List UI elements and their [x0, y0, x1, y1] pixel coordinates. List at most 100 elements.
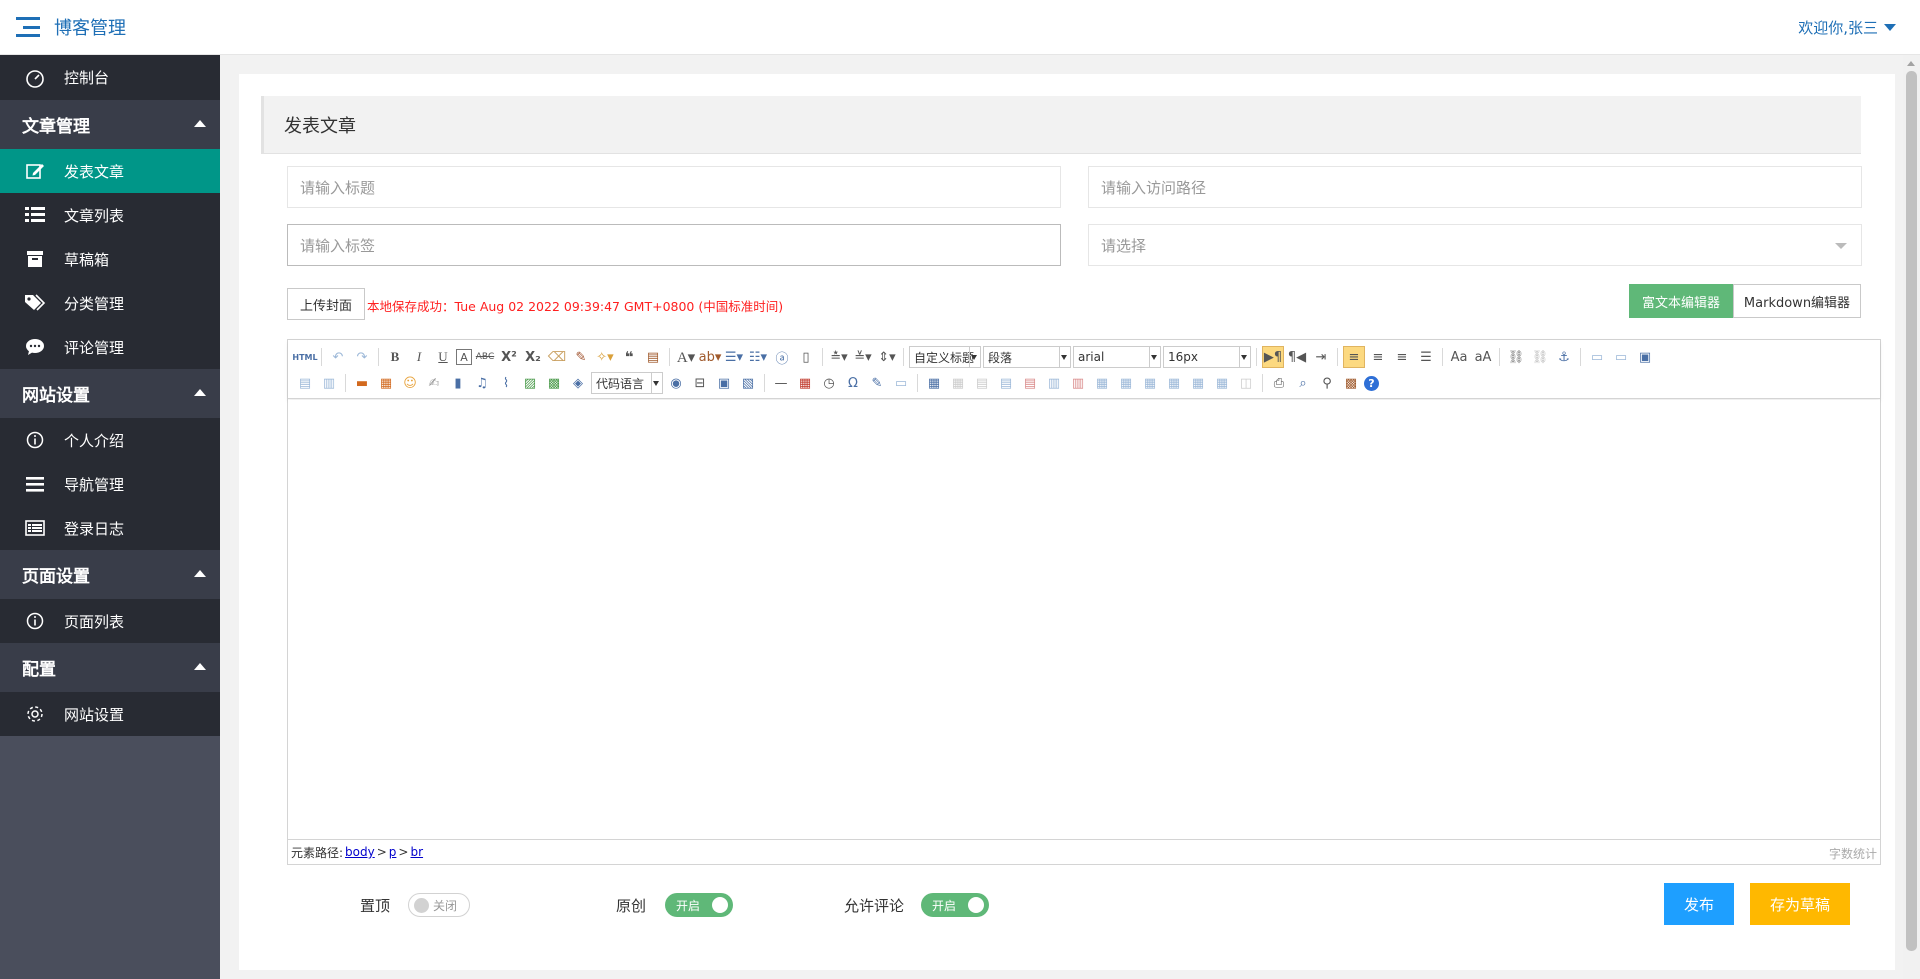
redo-icon[interactable]: ↷: [351, 346, 373, 368]
html-source-icon[interactable]: HTML: [292, 346, 317, 368]
paste-plain-icon[interactable]: ▤: [642, 346, 664, 368]
tag-input[interactable]: 请输入标签: [287, 224, 1061, 266]
insert-table-icon[interactable]: ▦: [923, 372, 945, 394]
emotion-icon[interactable]: ☺: [399, 372, 421, 394]
strikethrough-icon[interactable]: ABC: [474, 346, 496, 368]
background-color-icon[interactable]: ab▾: [699, 346, 722, 368]
sidebar-item-login-log[interactable]: 登录日志: [0, 506, 220, 550]
align-center-icon[interactable]: ≡: [1367, 346, 1389, 368]
path-link-p[interactable]: p: [389, 845, 397, 859]
select-all-icon[interactable]: ⓐ: [771, 346, 793, 368]
sidebar-item-article-list[interactable]: 文章列表: [0, 193, 220, 237]
chart-icon[interactable]: ◫: [1235, 372, 1257, 394]
font-border-icon[interactable]: A: [456, 349, 472, 365]
menu-toggle-icon[interactable]: [16, 17, 40, 37]
scroll-thumb[interactable]: [1906, 71, 1917, 951]
template-icon[interactable]: ▣: [713, 372, 735, 394]
subscript-icon[interactable]: X₂: [522, 346, 544, 368]
image-block-icon[interactable]: ▥: [318, 372, 340, 394]
unordered-list-icon[interactable]: ☷▾: [747, 346, 769, 368]
code-language-select[interactable]: 代码语言: [591, 372, 663, 394]
insert-col-icon[interactable]: ▥: [1043, 372, 1065, 394]
attachment-icon[interactable]: ⌇: [495, 372, 517, 394]
blockquote-icon[interactable]: ❝: [618, 346, 640, 368]
user-menu[interactable]: 欢迎你,张三: [1798, 17, 1896, 38]
split-rows-icon[interactable]: ▦: [1187, 372, 1209, 394]
sidebar-group-site-settings[interactable]: 网站设置: [0, 369, 220, 418]
indent-icon[interactable]: ⇥: [1310, 346, 1332, 368]
remove-format-icon[interactable]: ⌫: [546, 346, 568, 368]
ltr-direction-icon[interactable]: ▶¶: [1262, 346, 1284, 368]
allow-comment-switch[interactable]: 开启: [921, 893, 989, 917]
split-cells-icon[interactable]: ▦: [1163, 372, 1185, 394]
insert-row-icon[interactable]: ▤: [995, 372, 1017, 394]
line-height-icon[interactable]: ⇕▾: [876, 346, 898, 368]
insert-paragraph-icon[interactable]: ▤: [971, 372, 993, 394]
row-spacing-top-icon[interactable]: ≛▾: [828, 346, 850, 368]
merge-right-icon[interactable]: ▦: [1115, 372, 1137, 394]
path-link-br[interactable]: br: [410, 845, 423, 859]
gmap-icon[interactable]: ▩: [543, 372, 565, 394]
font-color-icon[interactable]: A▾: [675, 346, 697, 368]
page-scrollbar[interactable]: [1903, 55, 1920, 979]
sidebar-item-category[interactable]: 分类管理: [0, 281, 220, 325]
lowercase-icon[interactable]: aA: [1472, 346, 1494, 368]
bold-icon[interactable]: B: [384, 346, 406, 368]
font-family-select[interactable]: arial: [1073, 346, 1161, 368]
clear-doc-icon[interactable]: ▯: [795, 346, 817, 368]
page-break-icon[interactable]: ⊟: [689, 372, 711, 394]
delete-table-icon[interactable]: ▦: [947, 372, 969, 394]
custom-title-select[interactable]: 自定义标题: [909, 346, 981, 368]
save-draft-button[interactable]: 存为草稿: [1750, 883, 1850, 925]
scroll-up-icon[interactable]: [1907, 61, 1915, 66]
music-icon[interactable]: ♫: [471, 372, 493, 394]
search-replace-icon[interactable]: ⚲: [1316, 372, 1338, 394]
background-icon[interactable]: ▧: [737, 372, 759, 394]
time-icon[interactable]: ◷: [818, 372, 840, 394]
sidebar-group-article[interactable]: 文章管理: [0, 100, 220, 149]
insert-image-icon[interactable]: ▬: [351, 372, 373, 394]
merge-down-icon[interactable]: ▦: [1139, 372, 1161, 394]
help-icon[interactable]: ?: [1364, 375, 1379, 391]
date-icon[interactable]: ▦: [794, 372, 816, 394]
path-link-body[interactable]: body: [345, 845, 375, 859]
sidebar-item-page-list[interactable]: 页面列表: [0, 599, 220, 643]
delete-col-icon[interactable]: ▥: [1067, 372, 1089, 394]
undo-icon[interactable]: ↶: [327, 346, 349, 368]
image-right-icon[interactable]: ▭: [1610, 346, 1632, 368]
align-left-icon[interactable]: ≡: [1343, 346, 1365, 368]
sidebar-item-comments[interactable]: 评论管理: [0, 325, 220, 369]
split-cols-icon[interactable]: ▦: [1211, 372, 1233, 394]
uppercase-icon[interactable]: Aa: [1448, 346, 1470, 368]
edit-tip-icon[interactable]: ▭: [890, 372, 912, 394]
original-switch[interactable]: 开启: [665, 893, 733, 917]
underline-icon[interactable]: U: [432, 346, 454, 368]
rich-editor-button[interactable]: 富文本编辑器: [1629, 284, 1733, 318]
multi-image-icon[interactable]: ▦: [375, 372, 397, 394]
sidebar-item-publish-article[interactable]: 发表文章: [0, 149, 220, 193]
sidebar-item-website-settings[interactable]: 网站设置: [0, 692, 220, 736]
italic-icon[interactable]: I: [408, 346, 430, 368]
web-app-icon[interactable]: ◉: [665, 372, 687, 394]
superscript-icon[interactable]: X²: [498, 346, 520, 368]
publish-button[interactable]: 发布: [1664, 883, 1734, 925]
insert-video-icon[interactable]: ▮: [447, 372, 469, 394]
merge-cells-icon[interactable]: ▦: [1091, 372, 1113, 394]
upload-cover-button[interactable]: 上传封面: [287, 288, 365, 320]
auto-typeset-icon[interactable]: ✧▾: [594, 346, 616, 368]
image-none-icon[interactable]: ▤: [294, 372, 316, 394]
unlink-icon[interactable]: ⛓: [1529, 346, 1551, 368]
row-spacing-bottom-icon[interactable]: ≚▾: [852, 346, 874, 368]
ordered-list-icon[interactable]: ☰▾: [723, 346, 745, 368]
scrawl-icon[interactable]: ✍: [423, 372, 445, 394]
align-right-icon[interactable]: ≡: [1391, 346, 1413, 368]
path-input[interactable]: 请输入访问路径: [1088, 166, 1862, 208]
link-icon[interactable]: ⛓: [1505, 346, 1527, 368]
font-size-select[interactable]: 16px: [1163, 346, 1251, 368]
paragraph-select[interactable]: 段落: [983, 346, 1071, 368]
preview-icon[interactable]: ⌕: [1292, 372, 1314, 394]
map-icon[interactable]: ▨: [519, 372, 541, 394]
sidebar-group-config[interactable]: 配置: [0, 643, 220, 692]
sidebar-item-navigation[interactable]: 导航管理: [0, 462, 220, 506]
insert-frame-icon[interactable]: ◈: [567, 372, 589, 394]
